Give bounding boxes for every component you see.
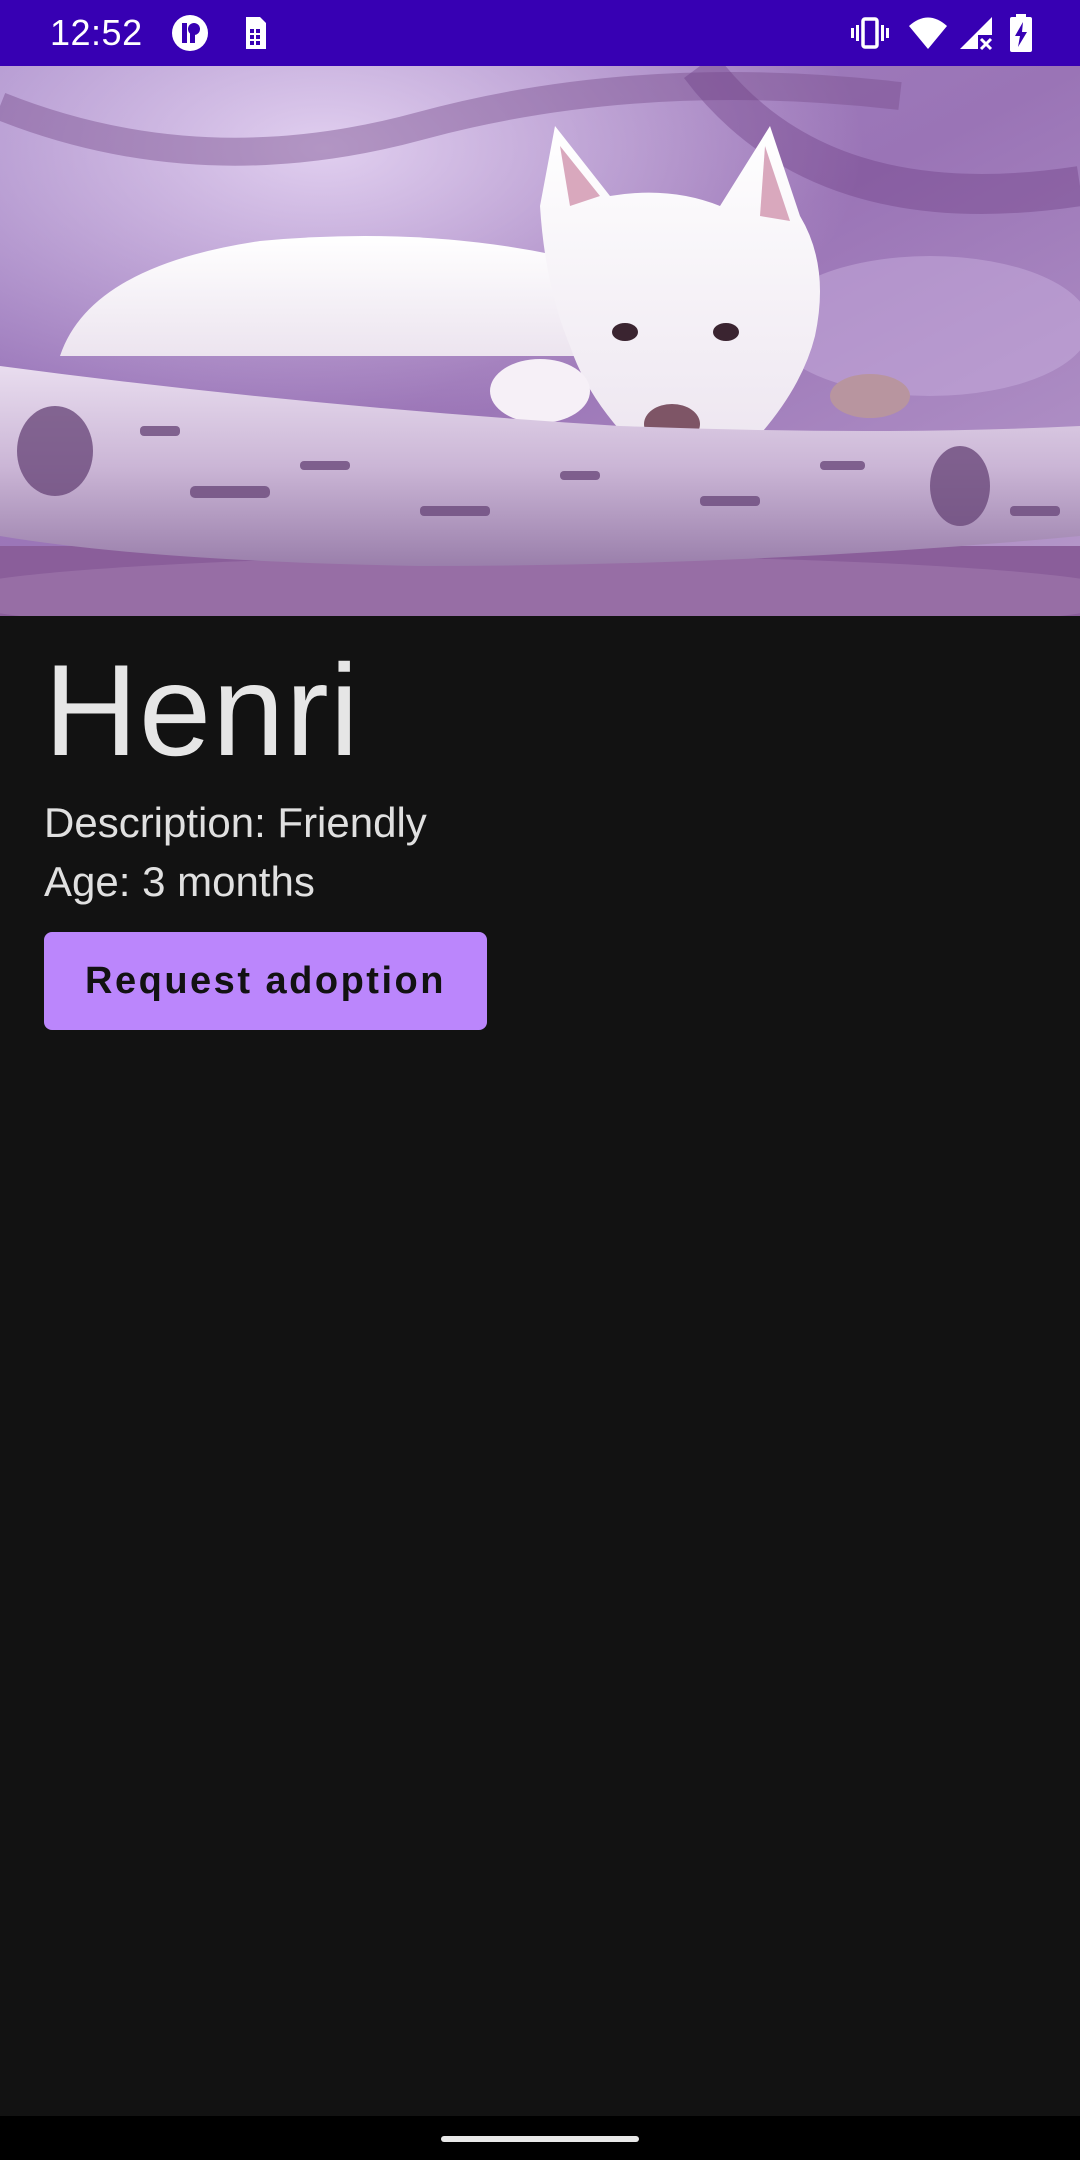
app-notification-icon bbox=[170, 13, 210, 53]
pet-detail-screen: 12:52 Henri Description: Friendly Age: 3… bbox=[0, 0, 1080, 2160]
request-adoption-button[interactable]: Request adoption bbox=[44, 932, 487, 1030]
status-bar: 12:52 bbox=[0, 0, 1080, 66]
signal-no-data-icon bbox=[956, 13, 996, 53]
sim-card-icon bbox=[234, 13, 274, 53]
navigation-bar bbox=[0, 2116, 1080, 2160]
pet-name: Henri bbox=[44, 637, 360, 783]
battery-charging-icon bbox=[1006, 13, 1046, 53]
status-time: 12:52 bbox=[50, 12, 143, 53]
pet-age: Age: 3 months bbox=[44, 858, 315, 905]
wifi-icon bbox=[908, 13, 948, 53]
pet-description: Description: Friendly bbox=[44, 799, 427, 846]
vibrate-icon bbox=[850, 13, 890, 53]
pet-photo bbox=[0, 66, 1080, 616]
home-gesture-handle[interactable] bbox=[441, 2136, 639, 2142]
